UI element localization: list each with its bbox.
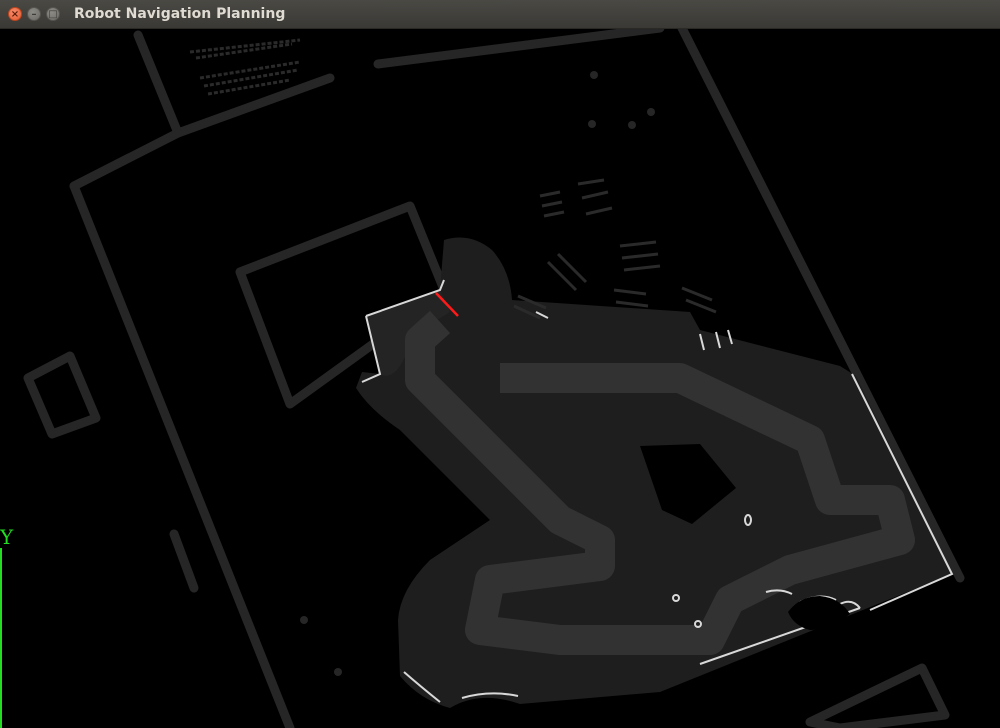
title-bar[interactable]: × – □ Robot Navigation Planning <box>0 0 1000 29</box>
static-map-scribbles <box>189 38 301 96</box>
maximize-window-button[interactable]: □ <box>46 7 60 21</box>
scattered-obstacles <box>513 178 717 320</box>
map-view <box>0 29 965 728</box>
application-window: × – □ Robot Navigation Planning Y <box>0 0 1000 728</box>
map-canvas[interactable]: Y <box>0 29 1000 728</box>
close-icon: × <box>10 9 20 20</box>
minimize-icon: – <box>31 9 37 20</box>
close-window-button[interactable]: × <box>8 7 22 21</box>
minimize-window-button[interactable]: – <box>27 7 41 21</box>
maximize-icon: □ <box>48 9 58 20</box>
window-title: Robot Navigation Planning <box>74 6 286 22</box>
y-axis-label: Y <box>0 525 14 549</box>
